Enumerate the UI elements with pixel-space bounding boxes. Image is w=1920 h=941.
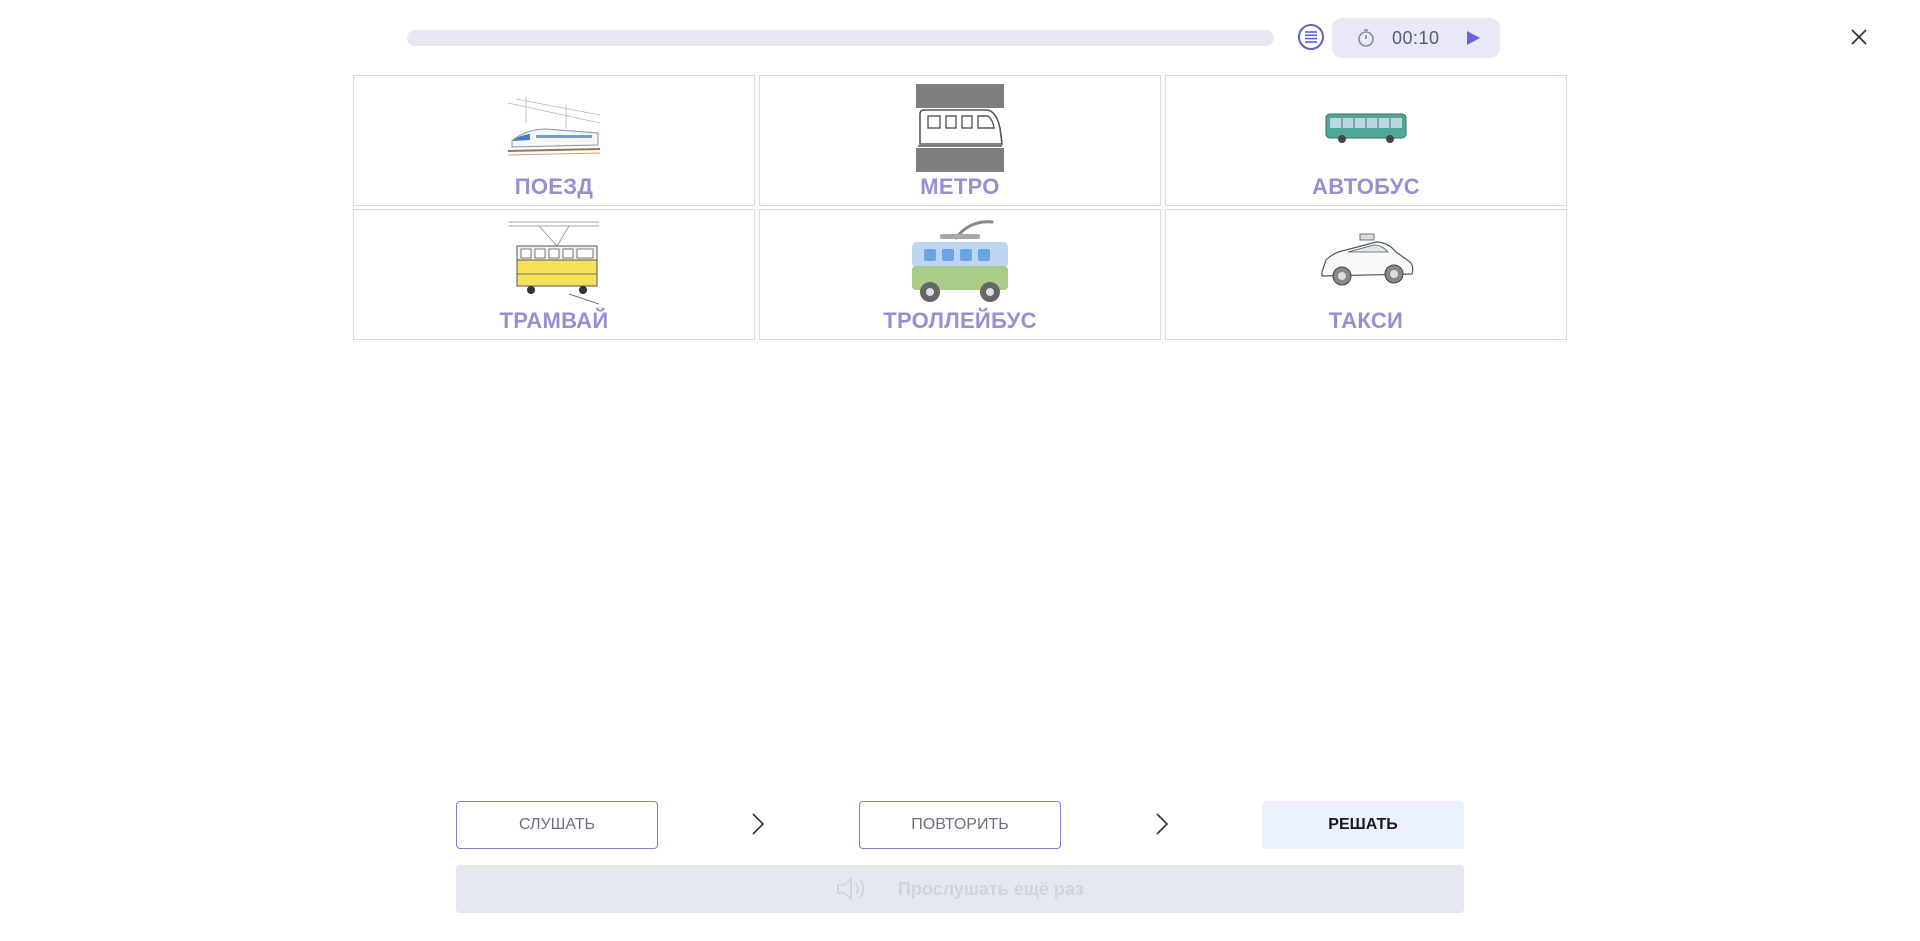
- metro-icon: [910, 84, 1010, 172]
- train-icon: [504, 84, 604, 172]
- solve-button[interactable]: РЕШАТЬ: [1262, 801, 1464, 849]
- replay-label: Прослушать ещё раз: [897, 878, 1085, 899]
- card-metro[interactable]: МЕТРО: [759, 75, 1161, 206]
- bus-icon: [1316, 84, 1416, 172]
- progress-bar: [407, 30, 1274, 46]
- close-icon[interactable]: [1846, 24, 1872, 50]
- listen-button[interactable]: СЛУШАТЬ: [456, 801, 658, 849]
- card-label: МЕТРО: [920, 174, 1000, 199]
- card-tram[interactable]: ТРАМВАЙ: [353, 209, 755, 340]
- card-label: ТРАМВАЙ: [499, 308, 609, 333]
- card-bus[interactable]: АВТОБУС: [1165, 75, 1567, 206]
- tram-icon: [504, 218, 604, 306]
- repeat-button[interactable]: ПОВТОРИТЬ: [859, 801, 1061, 849]
- card-label: ТРОЛЛЕЙБУС: [883, 308, 1037, 333]
- card-trolleybus[interactable]: ТРОЛЛЕЙБУС: [759, 209, 1161, 340]
- stopwatch-icon: [1356, 28, 1376, 53]
- top-bar: 00:10: [0, 0, 1920, 75]
- replay-button[interactable]: Прослушать ещё раз: [456, 865, 1464, 913]
- play-icon[interactable]: [1464, 29, 1482, 52]
- card-label: ТАКСИ: [1328, 308, 1404, 333]
- card-train[interactable]: ПОЕЗД: [353, 75, 755, 206]
- trolleybus-icon: [910, 218, 1010, 306]
- timer: 00:10: [1332, 18, 1500, 58]
- card-taxi[interactable]: ТАКСИ: [1165, 209, 1567, 340]
- list-icon[interactable]: [1298, 24, 1324, 50]
- chevron-right-icon: [752, 813, 765, 835]
- card-label: АВТОБУС: [1312, 174, 1420, 199]
- speaker-icon: [836, 877, 868, 901]
- chevron-right-icon: [1156, 813, 1169, 835]
- timer-value: 00:10: [1392, 28, 1440, 48]
- answer-grid: ПОЕЗД МЕТРО АВТОБУС ТРАМВАЙ ТРОЛЛЕЙБУС Т…: [353, 75, 1567, 340]
- card-label: ПОЕЗД: [514, 174, 594, 199]
- taxi-icon: [1316, 218, 1416, 306]
